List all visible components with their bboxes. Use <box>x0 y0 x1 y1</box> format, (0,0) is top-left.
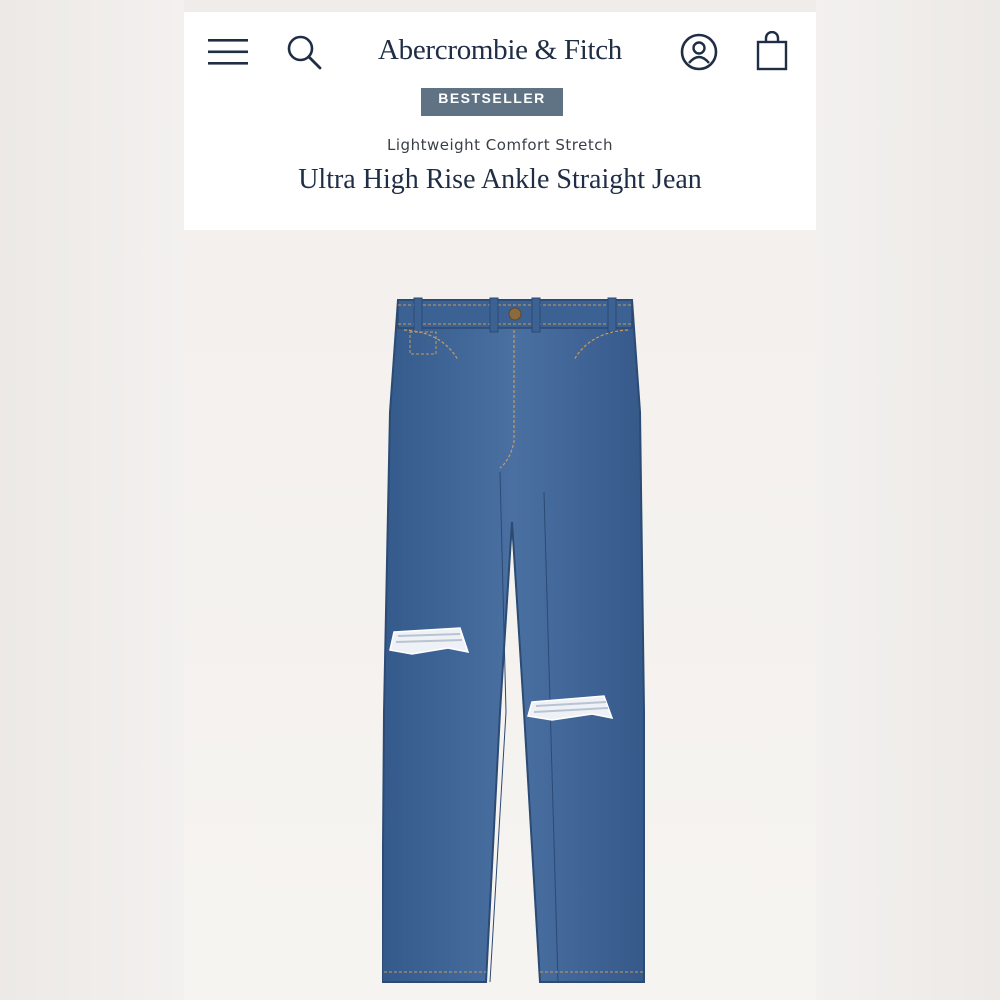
page-background-right <box>816 0 1000 1000</box>
site-header: Abercrombie & Fitch BESTSELLER Lightweig… <box>184 12 816 230</box>
jeans-product-image <box>382 297 645 983</box>
account-icon[interactable] <box>680 33 718 71</box>
product-fabric-label: Lightweight Comfort Stretch <box>387 136 613 154</box>
mobile-product-page: Abercrombie & Fitch BESTSELLER Lightweig… <box>184 12 816 1000</box>
shopping-bag-icon[interactable] <box>756 31 788 71</box>
brand-logo[interactable]: Abercrombie & Fitch <box>184 34 816 67</box>
product-image[interactable] <box>184 230 816 1000</box>
product-title: Ultra High Rise Ankle Straight Jean <box>298 164 702 195</box>
page-background-left <box>0 0 184 1000</box>
bestseller-badge: BESTSELLER <box>421 88 563 116</box>
